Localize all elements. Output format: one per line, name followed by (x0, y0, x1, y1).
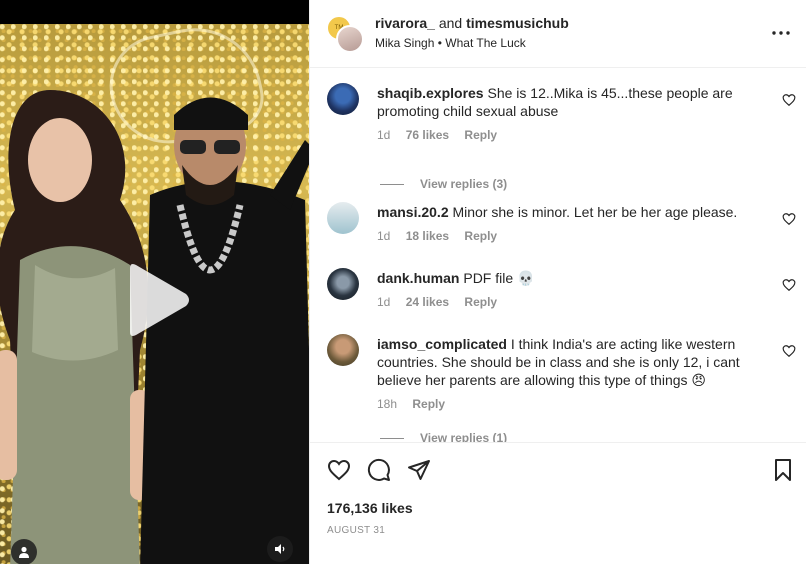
post-authors: rivarora_ and timesmusichub (375, 15, 569, 31)
user-tag-icon (19, 546, 29, 558)
heart-icon[interactable] (782, 278, 796, 292)
comment-time[interactable]: 1d (377, 295, 390, 309)
avatar[interactable] (336, 25, 364, 53)
comment-meta: 18h Reply (377, 397, 457, 411)
heart-icon[interactable] (782, 212, 796, 226)
post-dialog: TM rivarora_ and timesmusichub Mika Sing… (0, 0, 806, 564)
more-options-icon (772, 31, 790, 35)
comment-text: mansi.20.2 Minor she is minor. Let her b… (377, 203, 757, 221)
more-options-button[interactable] (769, 22, 793, 44)
mute-button[interactable] (267, 536, 293, 562)
author-link[interactable]: rivarora_ (375, 15, 435, 31)
comment-username[interactable]: dank.human (377, 270, 459, 286)
comment-text: dank.human PDF file 💀 (377, 269, 757, 287)
video-top-bar (0, 0, 309, 24)
post-header: TM rivarora_ and timesmusichub Mika Sing… (310, 0, 806, 68)
comment-time[interactable]: 18h (377, 397, 397, 411)
collab-avatars[interactable]: TM (326, 15, 364, 53)
post-date[interactable]: AUGUST 31 (327, 525, 385, 536)
audio-title[interactable]: What The Luck (445, 36, 525, 50)
audio-info[interactable]: Mika Singh • What The Luck (375, 36, 526, 50)
post-likes-count[interactable]: 176,136 likes (327, 500, 413, 516)
avatar[interactable] (327, 202, 359, 234)
view-replies-button[interactable]: View replies (1) (380, 431, 507, 442)
bookmark-icon[interactable] (771, 458, 795, 482)
comment-body: Minor she is minor. Let her be her age p… (452, 204, 738, 220)
comment-meta: 1d 76 likes Reply (377, 128, 509, 142)
view-replies-label: View replies (1) (420, 431, 508, 442)
reply-button[interactable]: Reply (464, 295, 497, 309)
reply-button[interactable]: Reply (464, 128, 497, 142)
comment-likes[interactable]: 18 likes (406, 229, 449, 243)
comments-list[interactable]: shaqib.explores She is 12..Mika is 45...… (310, 69, 806, 442)
reply-button[interactable]: Reply (412, 397, 445, 411)
comment-likes[interactable]: 76 likes (406, 128, 449, 142)
speaker-icon (275, 544, 285, 554)
authors-conjunction: and (438, 15, 463, 31)
avatar[interactable] (327, 268, 359, 300)
comment-text: iamso_complicated I think India's are ac… (377, 335, 757, 389)
author-link[interactable]: timesmusichub (466, 15, 569, 31)
avatar[interactable] (327, 83, 359, 115)
reply-button[interactable]: Reply (464, 229, 497, 243)
comment-meta: 1d 18 likes Reply (377, 229, 509, 243)
comment-meta: 1d 24 likes Reply (377, 295, 509, 309)
post-actions: 176,136 likes AUGUST 31 (310, 442, 806, 564)
comment-username[interactable]: shaqib.explores (377, 85, 484, 101)
post-video[interactable] (0, 0, 309, 564)
view-replies-line (380, 184, 404, 186)
comment-text: shaqib.explores She is 12..Mika is 45...… (377, 84, 757, 120)
comment-username[interactable]: iamso_complicated (377, 336, 507, 352)
comment-body: PDF file 💀 (463, 270, 535, 286)
heart-icon[interactable] (782, 344, 796, 358)
audio-artist[interactable]: Mika Singh (375, 36, 434, 50)
comment-time[interactable]: 1d (377, 128, 390, 142)
comment-time[interactable]: 1d (377, 229, 390, 243)
heart-icon[interactable] (782, 93, 796, 107)
paper-plane-icon[interactable] (407, 458, 431, 482)
avatar[interactable] (327, 334, 359, 366)
user-tag-button[interactable] (11, 539, 37, 564)
heart-icon[interactable] (327, 458, 351, 482)
view-replies-button[interactable]: View replies (3) (380, 177, 507, 191)
view-replies-line (380, 438, 404, 440)
view-replies-label: View replies (3) (420, 177, 508, 191)
audio-separator: • (437, 36, 442, 50)
comment-bubble-icon[interactable] (367, 458, 391, 482)
post-details-panel: TM rivarora_ and timesmusichub Mika Sing… (309, 0, 806, 564)
comment-likes[interactable]: 24 likes (406, 295, 449, 309)
play-icon[interactable] (122, 262, 192, 338)
comment-username[interactable]: mansi.20.2 (377, 204, 449, 220)
